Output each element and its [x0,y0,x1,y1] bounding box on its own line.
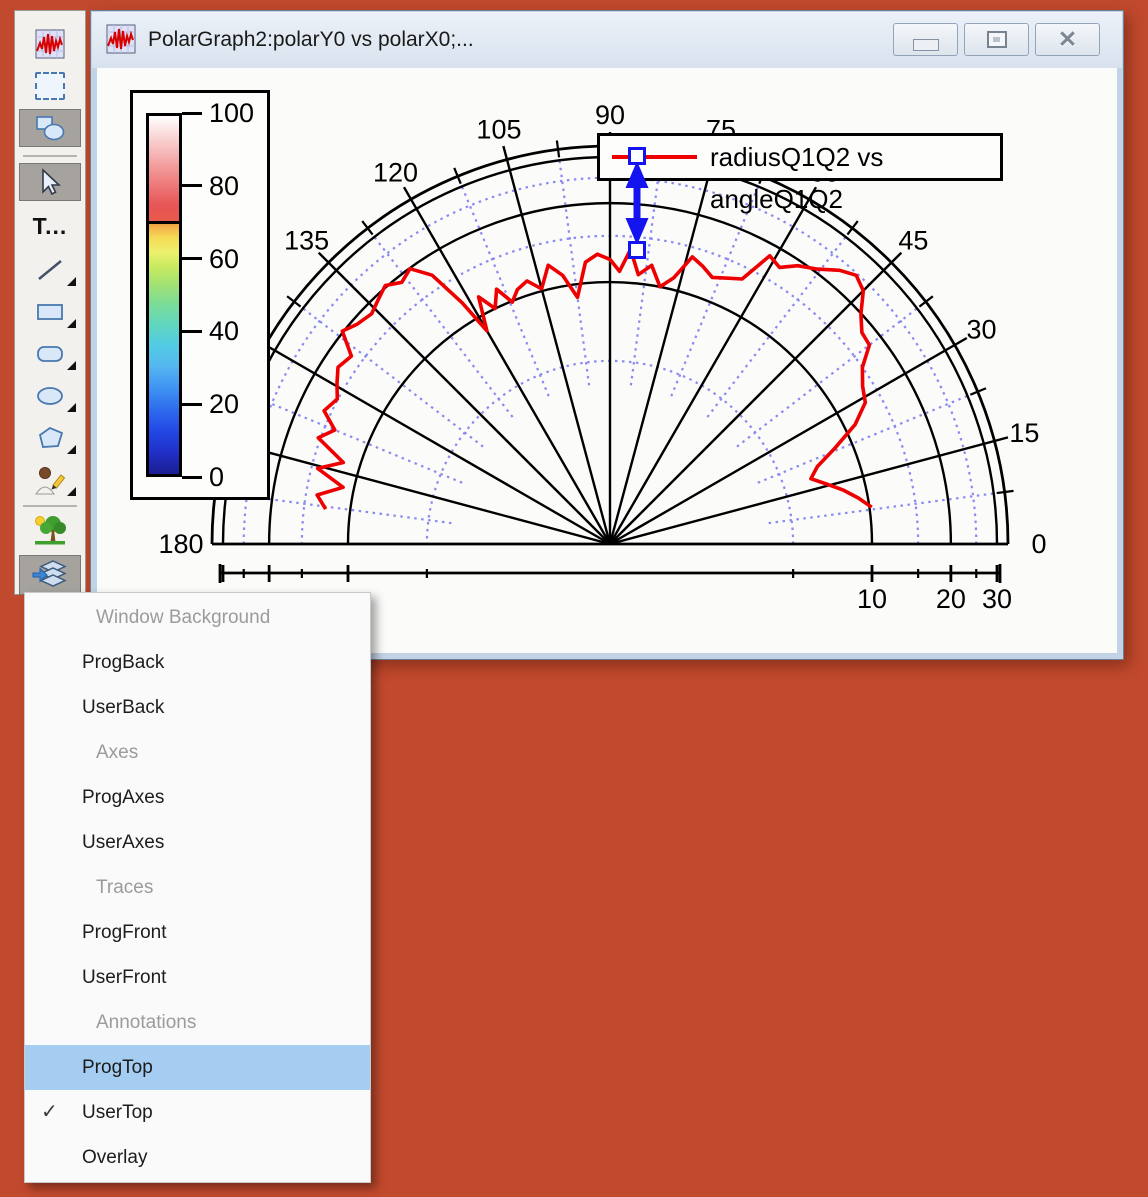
color-scale-tick-label: 80 [209,171,239,201]
menu-item-window-background: Window Background [25,595,370,640]
menu-item-useraxes[interactable]: UserAxes [25,820,370,865]
drag-handle-bottom[interactable] [630,243,645,258]
trace-legend-label: radiusQ1Q2 vs angleQ1Q2 [710,136,1000,178]
window-title: PolarGraph2:polarY0 vs polarX0;... [148,12,474,68]
offset-arrow-annotation[interactable] [600,140,680,270]
minimize-button[interactable] [893,23,958,56]
check-icon: ✓ [41,1090,58,1135]
layers-icon [32,559,68,591]
drag-handle-top[interactable] [630,149,645,164]
line-tool-button[interactable] [19,251,81,289]
menu-item-axes: Axes [25,730,370,775]
line-icon [35,256,65,284]
toolbar-separator [23,155,77,157]
color-scale-tick [182,257,202,260]
polygon-tool-button[interactable] [19,419,81,457]
picture-tool-button[interactable] [19,511,81,549]
menu-item-userback[interactable]: UserBack [25,685,370,730]
menu-item-traces: Traces [25,865,370,910]
close-icon: ✕ [1058,26,1077,53]
drawing-toolbar: T... [14,10,86,595]
rounded-rectangle-icon [35,340,65,368]
menu-item-annotations: Annotations [25,1000,370,1045]
color-scale-legend[interactable]: 100 80 60 40 20 0 [130,90,270,500]
minimize-icon [913,39,939,51]
person-pencil-icon [33,465,67,495]
menu-item-progaxes[interactable]: ProgAxes [25,775,370,820]
toolbar-separator [23,505,77,507]
menu-item-progfront[interactable]: ProgFront [25,910,370,955]
arrow-cursor-icon [35,167,65,197]
desktop: PolarGraph2:polarY0 vs polarX0;... ✕ 015… [0,0,1148,1197]
arrow-pointer-button[interactable] [19,163,81,201]
color-scale-tick-label: 20 [209,389,239,419]
text-tool-button[interactable]: T... [19,207,81,245]
graph-mode-button[interactable] [19,25,81,63]
color-scale-tick-label: 0 [209,462,224,492]
restore-icon [987,31,1007,48]
polygon-icon [35,424,65,452]
title-bar[interactable]: PolarGraph2:polarY0 vs polarX0;... ✕ [92,12,1122,68]
color-scale-tick [182,112,202,115]
color-scale-tick-label: 60 [209,244,239,274]
color-scale-bar [146,113,182,477]
menu-item-userfront[interactable]: UserFront [25,955,370,1000]
rounded-rectangle-tool-button[interactable] [19,335,81,373]
rectangle-tool-button[interactable] [19,293,81,331]
graph-mode-icon [34,29,66,59]
menu-item-progback[interactable]: ProgBack [25,640,370,685]
color-scale-tick [182,403,202,406]
shapes-button[interactable] [19,109,81,147]
close-button[interactable]: ✕ [1035,23,1100,56]
shapes-icon [34,114,66,142]
freehand-tool-button[interactable] [19,461,81,499]
ellipse-tool-button[interactable] [19,377,81,415]
layer-menu: Window Background ProgBack UserBack Axes… [24,592,371,1183]
color-scale-tick-label: 100 [209,98,254,128]
color-scale-tick [182,330,202,333]
menu-item-overlay[interactable]: Overlay [25,1135,370,1180]
menu-item-progtop[interactable]: ProgTop [25,1045,370,1090]
color-scale-tick-label: 40 [209,316,239,346]
marquee-button[interactable] [19,67,81,105]
menu-item-usertop[interactable]: ✓UserTop [25,1090,370,1135]
graph-window-icon [106,24,136,59]
tree-icon [33,514,67,546]
color-scale-tick [182,476,202,479]
ellipse-icon [35,382,65,410]
color-scale-divider-line [146,221,182,224]
marquee-icon [35,72,65,100]
restore-button[interactable] [964,23,1029,56]
color-scale-tick [182,184,202,187]
text-tool-icon: T... [33,213,68,240]
layers-button[interactable] [19,555,81,595]
rectangle-icon [35,298,65,326]
